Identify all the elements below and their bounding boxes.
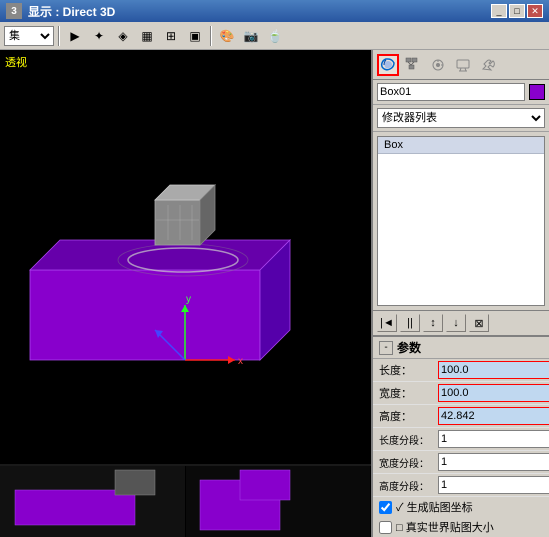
- obj-name-input[interactable]: [377, 83, 525, 101]
- param-input-lsegs[interactable]: [439, 431, 549, 447]
- panel-toolbar: [373, 50, 549, 80]
- svg-text:y: y: [186, 294, 191, 305]
- param-input-lsegs-wrap: ▲ ▼: [438, 430, 549, 448]
- panel-btn-utilities[interactable]: [477, 54, 499, 76]
- color-swatch[interactable]: [529, 84, 545, 100]
- param-row-width: 宽度： ▲ ▼: [373, 382, 549, 405]
- modifier-list[interactable]: Box: [377, 136, 545, 306]
- modifier-item-box[interactable]: Box: [378, 137, 544, 154]
- toolbar-separator-1: [58, 26, 60, 46]
- param-input-wsegs-wrap: ▲ ▼: [438, 453, 549, 471]
- toolbar-separator-2: [210, 26, 212, 46]
- main-area: x y 透视: [0, 50, 549, 537]
- panel-btn-move-down[interactable]: ↓: [446, 314, 466, 332]
- modifier-dropdown[interactable]: 修改器列表: [377, 108, 545, 128]
- params-header: - 参数: [373, 337, 549, 359]
- params-section: - 参数 长度： ▲ ▼ 宽度：: [373, 335, 549, 537]
- panel-btn-hierarchy[interactable]: [402, 54, 424, 76]
- toolbar-btn-rotate[interactable]: ◈: [112, 25, 134, 47]
- param-input-hsegs-wrap: ▲ ▼: [438, 476, 549, 494]
- title-bar: 3 显示 : Direct 3D _ □ ✕: [0, 0, 549, 22]
- param-input-length-wrap: ▲ ▼: [438, 361, 549, 379]
- panel-btn-insert[interactable]: ||: [400, 314, 420, 332]
- param-input-width-wrap: ▲ ▼: [438, 384, 549, 402]
- viewport[interactable]: x y 透视: [0, 50, 371, 537]
- title-controls: _ □ ✕: [491, 4, 543, 18]
- param-row-hsegs: 高度分段： ▲ ▼: [373, 474, 549, 497]
- toolbar-btn-render[interactable]: 📷: [240, 25, 262, 47]
- obj-name-row: [373, 80, 549, 105]
- param-label-hsegs: 高度分段：: [379, 478, 434, 493]
- param-label-height: 高度：: [379, 408, 434, 424]
- toolbar-btn-select[interactable]: ▶: [64, 25, 86, 47]
- param-label-lsegs: 长度分段：: [379, 432, 434, 447]
- param-row-height: 高度： ▲ ▼: [373, 405, 549, 428]
- param-row-wsegs: 宽度分段： ▲ ▼: [373, 451, 549, 474]
- toolbar-btn-material[interactable]: 🎨: [216, 25, 238, 47]
- param-label-width: 宽度：: [379, 385, 434, 401]
- param-input-width[interactable]: [439, 385, 549, 401]
- panel-btn-display[interactable]: [452, 54, 474, 76]
- modifier-dropdown-row: 修改器列表: [373, 105, 549, 132]
- toolbar-btn-scale[interactable]: ▦: [136, 25, 158, 47]
- panel-btn-motion[interactable]: [427, 54, 449, 76]
- checkbox-realworld-label: □ 真实世界贴图大小: [396, 519, 494, 535]
- check-row-realworld: □ 真实世界贴图大小: [373, 517, 549, 537]
- param-input-hsegs[interactable]: [439, 477, 549, 493]
- param-row-length: 长度： ▲ ▼: [373, 359, 549, 382]
- checkbox-realworld[interactable]: [379, 521, 392, 534]
- toolbar-btn-camera[interactable]: 🍵: [264, 25, 286, 47]
- param-input-length[interactable]: [439, 362, 549, 378]
- svg-text:x: x: [238, 356, 243, 367]
- panel-btn-pin[interactable]: |◄: [377, 314, 397, 332]
- checkbox-uvw[interactable]: [379, 501, 392, 514]
- panel-btn-modify[interactable]: [377, 54, 399, 76]
- close-button[interactable]: ✕: [527, 4, 543, 18]
- check-row-uvw: ✓ 生成贴图坐标: [373, 497, 549, 517]
- param-label-length: 长度：: [379, 362, 434, 378]
- panel-btn-move-up[interactable]: ↕: [423, 314, 443, 332]
- checkbox-uvw-label: ✓ 生成贴图坐标: [396, 499, 473, 515]
- toolbar-btn-align[interactable]: ▣: [184, 25, 206, 47]
- panel-btn-delete[interactable]: ⊠: [469, 314, 489, 332]
- param-input-height[interactable]: [439, 408, 549, 424]
- params-title: 参数: [397, 339, 421, 356]
- param-label-wsegs: 宽度分段：: [379, 455, 434, 470]
- title-bar-left: 3 显示 : Direct 3D: [6, 3, 115, 20]
- toolbar-btn-mirror[interactable]: ⊞: [160, 25, 182, 47]
- params-collapse-btn[interactable]: -: [379, 341, 393, 355]
- param-input-wsegs[interactable]: [439, 454, 549, 470]
- main-toolbar: 集 ▶ ✦ ◈ ▦ ⊞ ▣ 🎨 📷 🍵: [0, 22, 549, 50]
- right-panel: 修改器列表 Box |◄ || ↕ ↓ ⊠ - 参数 长度：: [371, 50, 549, 537]
- toolbar-btn-move[interactable]: ✦: [88, 25, 110, 47]
- param-row-lsegs: 长度分段： ▲ ▼: [373, 428, 549, 451]
- title-icon: 3: [6, 3, 22, 19]
- maximize-button[interactable]: □: [509, 4, 525, 18]
- minimize-button[interactable]: _: [491, 4, 507, 18]
- title-text: 显示 : Direct 3D: [28, 3, 115, 20]
- toolbar-select[interactable]: 集: [4, 26, 54, 46]
- panel-bottom-btns: |◄ || ↕ ↓ ⊠: [373, 310, 549, 335]
- svg-text:透视: 透视: [5, 55, 27, 69]
- param-input-height-wrap: ▲ ▼: [438, 407, 549, 425]
